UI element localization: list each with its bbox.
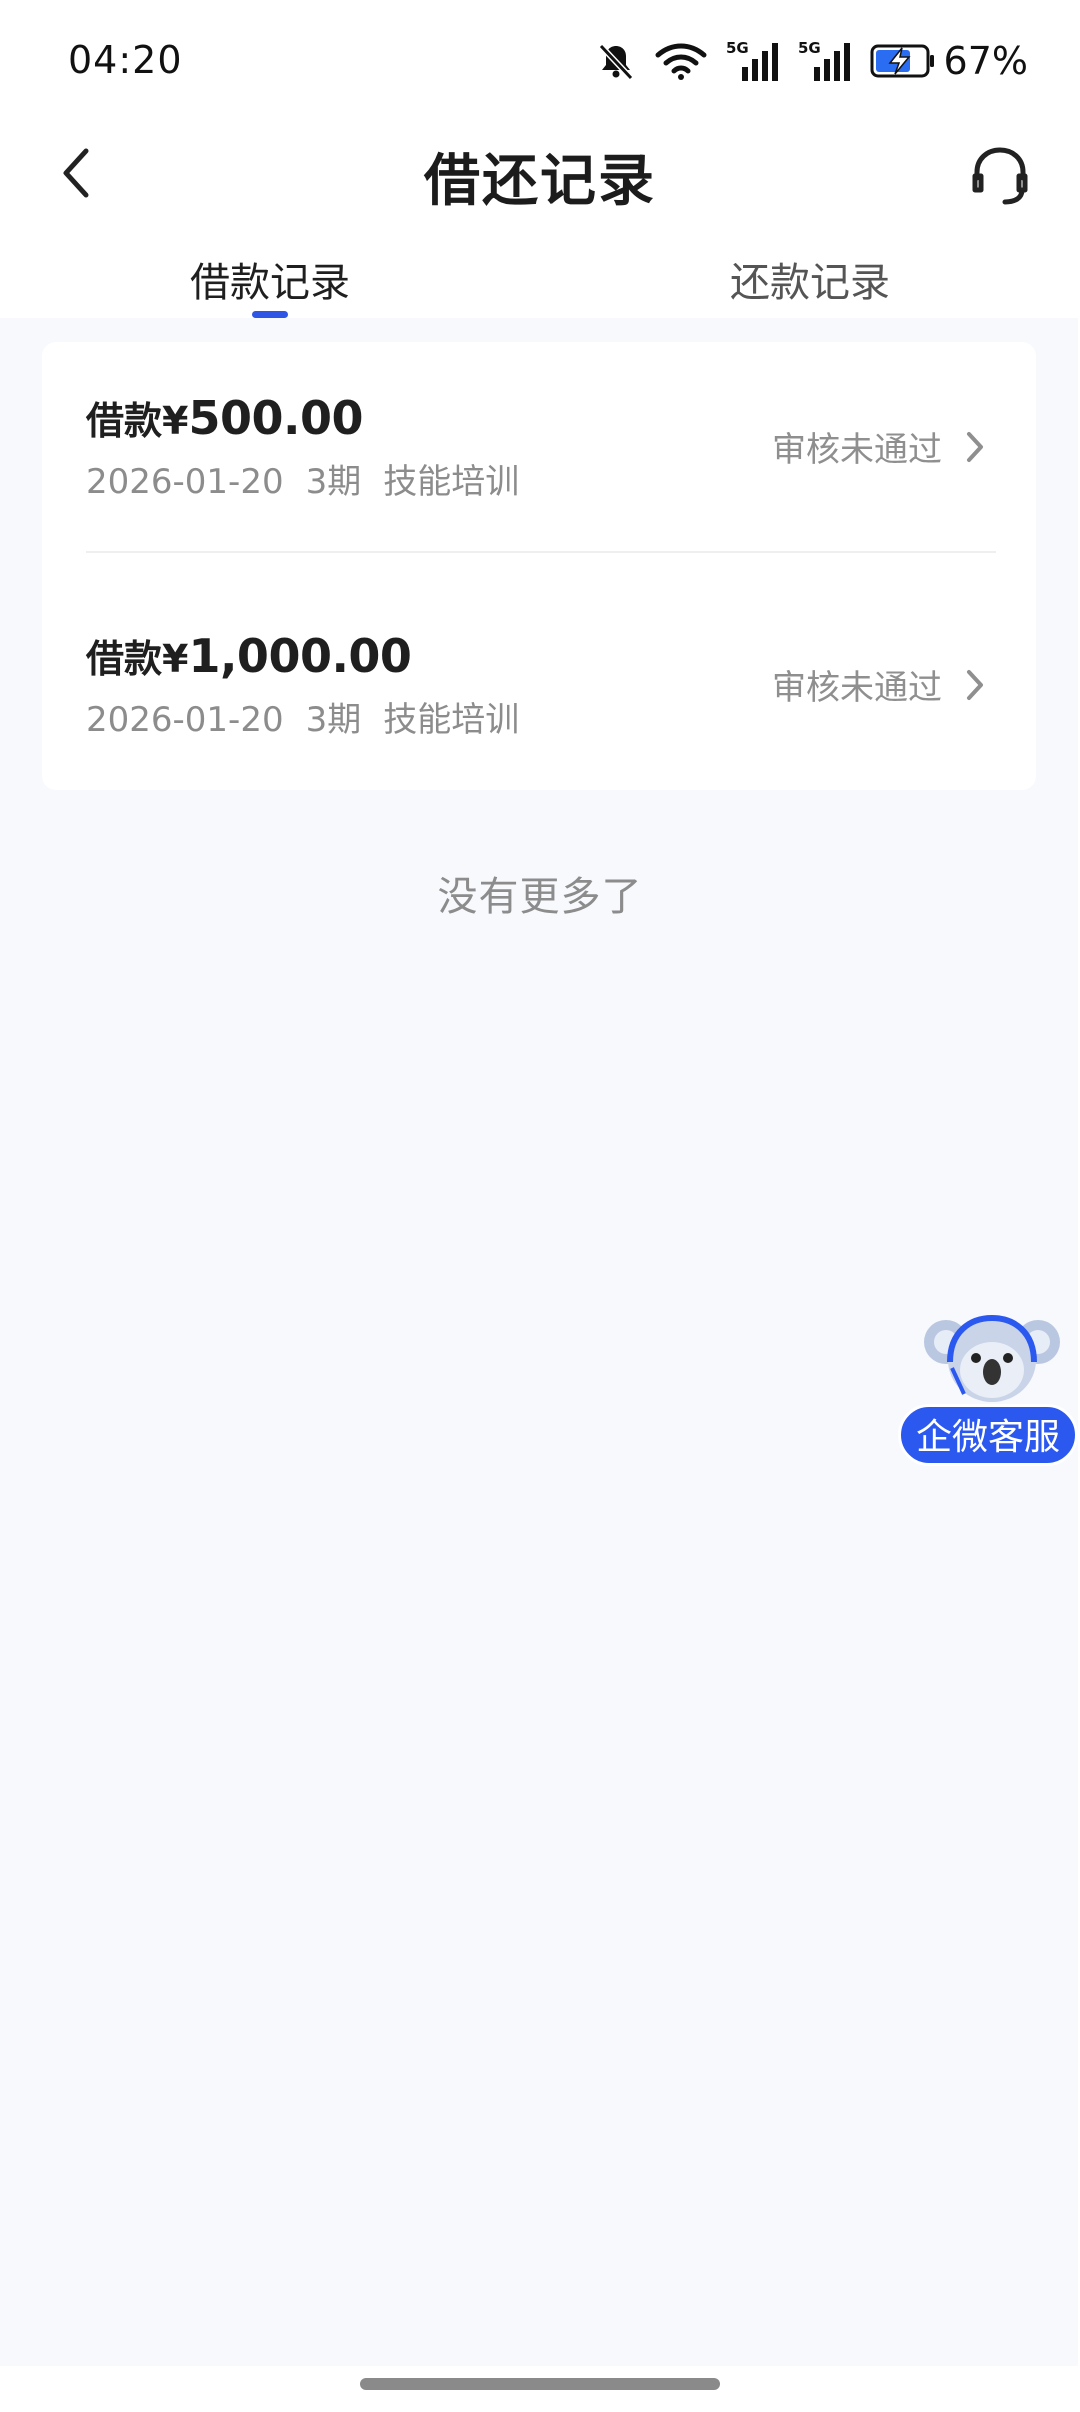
status-bar: 04:20 5G 5G 67% (0, 0, 1080, 120)
koala-mascot-icon (924, 1314, 1060, 1402)
loan-meta: 2026-01-20 3期 技能培训 (86, 454, 541, 503)
page-title: 借还记录 (424, 149, 656, 214)
status-text: 审核未通过 (772, 430, 942, 470)
wecom-service-label: 企微客服 (898, 1404, 1078, 1466)
customer-service-button[interactable] (960, 138, 1040, 212)
loan-amount-value: 1,000.00 (188, 629, 412, 683)
mute-bell-icon (596, 41, 636, 81)
list-end-text: 没有更多了 (437, 874, 643, 920)
list-item[interactable]: 借款¥ 500.00 2026-01-20 3期 技能培训 审核未通过 (42, 342, 1036, 553)
loan-periods: 3期 (305, 462, 362, 502)
svg-text:5G: 5G (798, 39, 821, 57)
status-icons: 5G 5G 67% (578, 36, 1028, 86)
home-indicator[interactable] (360, 2378, 720, 2390)
tab-loan-records[interactable]: 借款记录 (190, 250, 350, 308)
loan-amount-prefix: 借款¥ (86, 637, 189, 681)
battery-percent: 67% (943, 39, 1028, 83)
loan-status: 审核未通过 (772, 422, 986, 471)
wifi-icon (654, 41, 708, 81)
active-tab-indicator (252, 311, 288, 318)
status-time: 04:20 (68, 38, 183, 82)
loan-amount-prefix: 借款¥ (86, 399, 189, 443)
signal-5g-icon: 5G (726, 39, 780, 83)
divider (86, 551, 996, 553)
wecom-service-button[interactable]: 企微客服 (898, 1308, 1080, 1468)
loan-amount: 借款¥ 1,000.00 (86, 628, 412, 683)
svg-text:5G: 5G (726, 39, 749, 57)
loan-periods: 3期 (305, 700, 362, 740)
tab-repayment-records[interactable]: 还款记录 (730, 250, 890, 308)
loan-meta: 2026-01-20 3期 技能培训 (86, 692, 541, 741)
chevron-right-icon (967, 431, 983, 462)
headset-icon (972, 147, 1028, 205)
battery-charging-icon (870, 43, 936, 79)
loan-date: 2026-01-20 (86, 700, 284, 740)
loan-date: 2026-01-20 (86, 462, 284, 502)
loan-purpose: 技能培训 (383, 700, 520, 740)
loan-purpose: 技能培训 (383, 462, 520, 502)
signal-5g-icon: 5G (798, 39, 852, 83)
loan-amount: 借款¥ 500.00 (86, 390, 363, 445)
loan-amount-value: 500.00 (188, 391, 363, 445)
loan-status: 审核未通过 (772, 660, 986, 709)
status-text: 审核未通过 (772, 668, 942, 708)
list-item[interactable]: 借款¥ 1,000.00 2026-01-20 3期 技能培训 审核未通过 (42, 580, 1036, 790)
chevron-right-icon (967, 669, 983, 700)
loan-records-list: 借款¥ 500.00 2026-01-20 3期 技能培训 审核未通过 借款¥ 1,… (42, 342, 1036, 790)
